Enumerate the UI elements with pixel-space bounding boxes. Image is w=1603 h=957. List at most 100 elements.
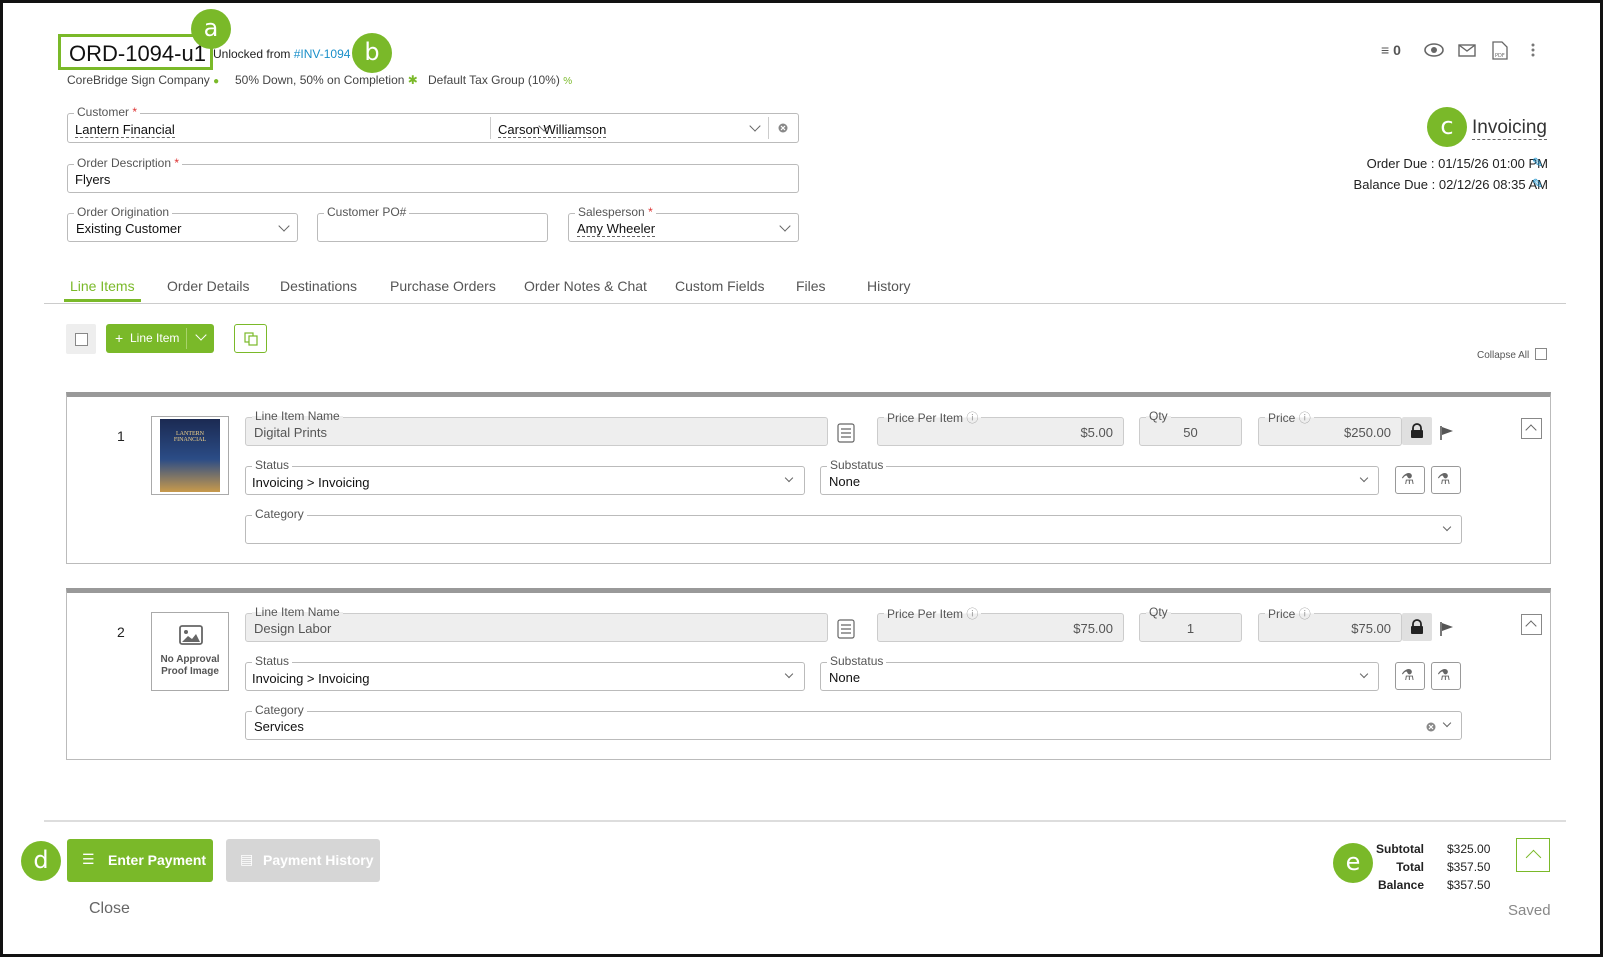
enter-payment-label: Enter Payment (108, 852, 207, 868)
substatus-label: Substatus (827, 458, 887, 472)
tab-order-notes-chat[interactable]: Order Notes & Chat (524, 278, 647, 294)
pdf-icon[interactable]: PDF (1492, 41, 1508, 60)
qty-value: 1 (1186, 621, 1195, 636)
substatus-select[interactable]: Substatus None (820, 458, 1379, 495)
price-lock-button[interactable] (1402, 613, 1432, 641)
contact-value[interactable]: Carson Williamson (498, 122, 607, 138)
line-item-name-label: Line Item Name (252, 409, 343, 423)
line-item-name-field[interactable]: Line Item Name Digital Prints (245, 409, 828, 446)
handshake-alt-button[interactable]: ⚗ (1431, 466, 1461, 494)
handshake-button[interactable]: ⚗ (1395, 466, 1425, 494)
order-status[interactable]: Invoicing (1472, 117, 1547, 140)
category-select[interactable]: Category Services (245, 703, 1462, 740)
edit-order-due-icon[interactable]: ✎ (1532, 155, 1543, 171)
order-description-label: Order Description * (74, 156, 183, 170)
tab-destinations[interactable]: Destinations (280, 278, 357, 294)
divider (768, 117, 769, 139)
saved-status: Saved (1508, 902, 1551, 919)
tab-order-details[interactable]: Order Details (167, 278, 249, 294)
collapse-card-button[interactable] (1521, 614, 1542, 635)
flag-icon[interactable] (1439, 425, 1455, 441)
substatus-select[interactable]: Substatus None (820, 654, 1379, 691)
chevron-down-icon[interactable] (195, 329, 207, 341)
status-select[interactable]: Status Invoicing > Invoicing (245, 654, 805, 691)
close-button[interactable]: Close (89, 900, 130, 918)
salesperson-select[interactable]: Salesperson * Amy Wheeler (568, 205, 799, 242)
status-select[interactable]: Status Invoicing > Invoicing (245, 458, 805, 495)
contact-dropdown-icon[interactable] (749, 120, 761, 132)
copy-icon (244, 332, 258, 346)
no-proof-image-placeholder[interactable]: No Approval Proof Image (151, 612, 229, 691)
customer-po-field[interactable]: Customer PO# (317, 205, 548, 242)
active-tab-indicator (64, 299, 141, 302)
price-per-item-value: $5.00 (1080, 425, 1113, 440)
clear-category-icon[interactable] (1426, 722, 1436, 732)
price-field[interactable]: Price ⓘ $75.00 (1258, 605, 1402, 642)
customer-label: Customer * (74, 105, 141, 119)
percent-icon: % (563, 76, 573, 87)
callout-c: c (1427, 107, 1467, 147)
enter-payment-button[interactable]: ☰ Enter Payment (67, 839, 213, 882)
tab-custom-fields[interactable]: Custom Fields (675, 278, 764, 294)
tab-files[interactable]: Files (796, 278, 826, 294)
handshake-icon: ⚗ (1401, 471, 1415, 488)
payment-terms-label[interactable]: 50% Down, 50% on Completion (235, 73, 404, 87)
handshake-alt-icon: ⚗ (1437, 667, 1451, 684)
price-lock-button[interactable] (1402, 417, 1432, 445)
flag-icon[interactable] (1439, 621, 1455, 637)
scroll-to-top-button[interactable] (1516, 838, 1550, 872)
tax-group-label[interactable]: Default Tax Group (10%) (428, 73, 560, 87)
add-line-item-label: Line Item (130, 331, 180, 345)
price-per-item-field[interactable]: Price Per Item ⓘ $75.00 (877, 605, 1124, 642)
tab-history[interactable]: History (867, 278, 911, 294)
list-details-icon[interactable] (837, 423, 855, 443)
add-line-item-button[interactable]: + Line Item (106, 324, 214, 353)
more-vertical-icon[interactable] (1530, 42, 1536, 58)
balance-due: Balance Due : 02/12/26 08:35 AM (1354, 177, 1548, 192)
image-icon (179, 625, 203, 645)
chevron-up-icon (1525, 849, 1542, 866)
price-field[interactable]: Price ⓘ $250.00 (1258, 409, 1402, 446)
tab-purchase-orders[interactable]: Purchase Orders (390, 278, 496, 294)
totals-labels: Subtotal Total Balance (1374, 840, 1424, 894)
collapse-all-button[interactable]: Collapse All (1477, 348, 1547, 361)
eye-icon[interactable] (1424, 43, 1444, 57)
order-description-field[interactable]: Order Description * Flyers (67, 156, 799, 193)
payment-history-button[interactable]: ▤ Payment History (226, 839, 380, 882)
help-icon: ⓘ (1298, 607, 1311, 621)
price-per-item-label: Price Per Item ⓘ (884, 409, 982, 426)
company-name[interactable]: CoreBridge Sign Company (67, 73, 210, 87)
copy-line-items-button[interactable] (234, 324, 267, 353)
order-origination-select[interactable]: Order Origination Existing Customer (67, 205, 298, 242)
qty-label: Qty (1146, 409, 1171, 423)
order-origination-label: Order Origination (74, 205, 173, 219)
customer-po-label: Customer PO# (324, 205, 410, 219)
line-item-name-field[interactable]: Line Item Name Design Labor (245, 605, 828, 642)
callout-a: a (191, 9, 231, 49)
clear-contact-icon[interactable] (778, 123, 788, 133)
customer-value[interactable]: Lantern Financial (75, 122, 175, 138)
qty-field[interactable]: Qty 1 (1139, 605, 1242, 642)
chevron-down-icon (1442, 522, 1452, 532)
email-icon[interactable] (1458, 44, 1476, 57)
collapse-card-button[interactable] (1521, 418, 1542, 439)
tab-line-items[interactable]: Line Items (70, 278, 135, 294)
qty-field[interactable]: Qty 50 (1139, 409, 1242, 446)
handshake-alt-button[interactable]: ⚗ (1431, 662, 1461, 690)
category-select[interactable]: Category (245, 507, 1462, 544)
unlocked-from: Unlocked from #INV-1094 (213, 47, 350, 61)
handshake-button[interactable]: ⚗ (1395, 662, 1425, 690)
select-all-checkbox[interactable] (75, 333, 88, 346)
list-details-icon[interactable] (837, 619, 855, 639)
divider (490, 117, 491, 139)
collapse-all-label: Collapse All (1477, 350, 1530, 361)
chevron-down-icon (784, 669, 794, 679)
line-item-thumbnail[interactable]: LANTERN FINANCIAL (151, 416, 229, 495)
task-list-button[interactable]: ≡ 0 (1381, 42, 1401, 58)
invoice-link[interactable]: #INV-1094 (294, 47, 351, 61)
chevron-down-icon (278, 220, 290, 232)
edit-balance-due-icon[interactable]: ✎ (1532, 176, 1543, 192)
line-item-name-value: Design Labor (254, 621, 332, 636)
price-per-item-field[interactable]: Price Per Item ⓘ $5.00 (877, 409, 1124, 446)
lock-icon (1411, 619, 1423, 634)
